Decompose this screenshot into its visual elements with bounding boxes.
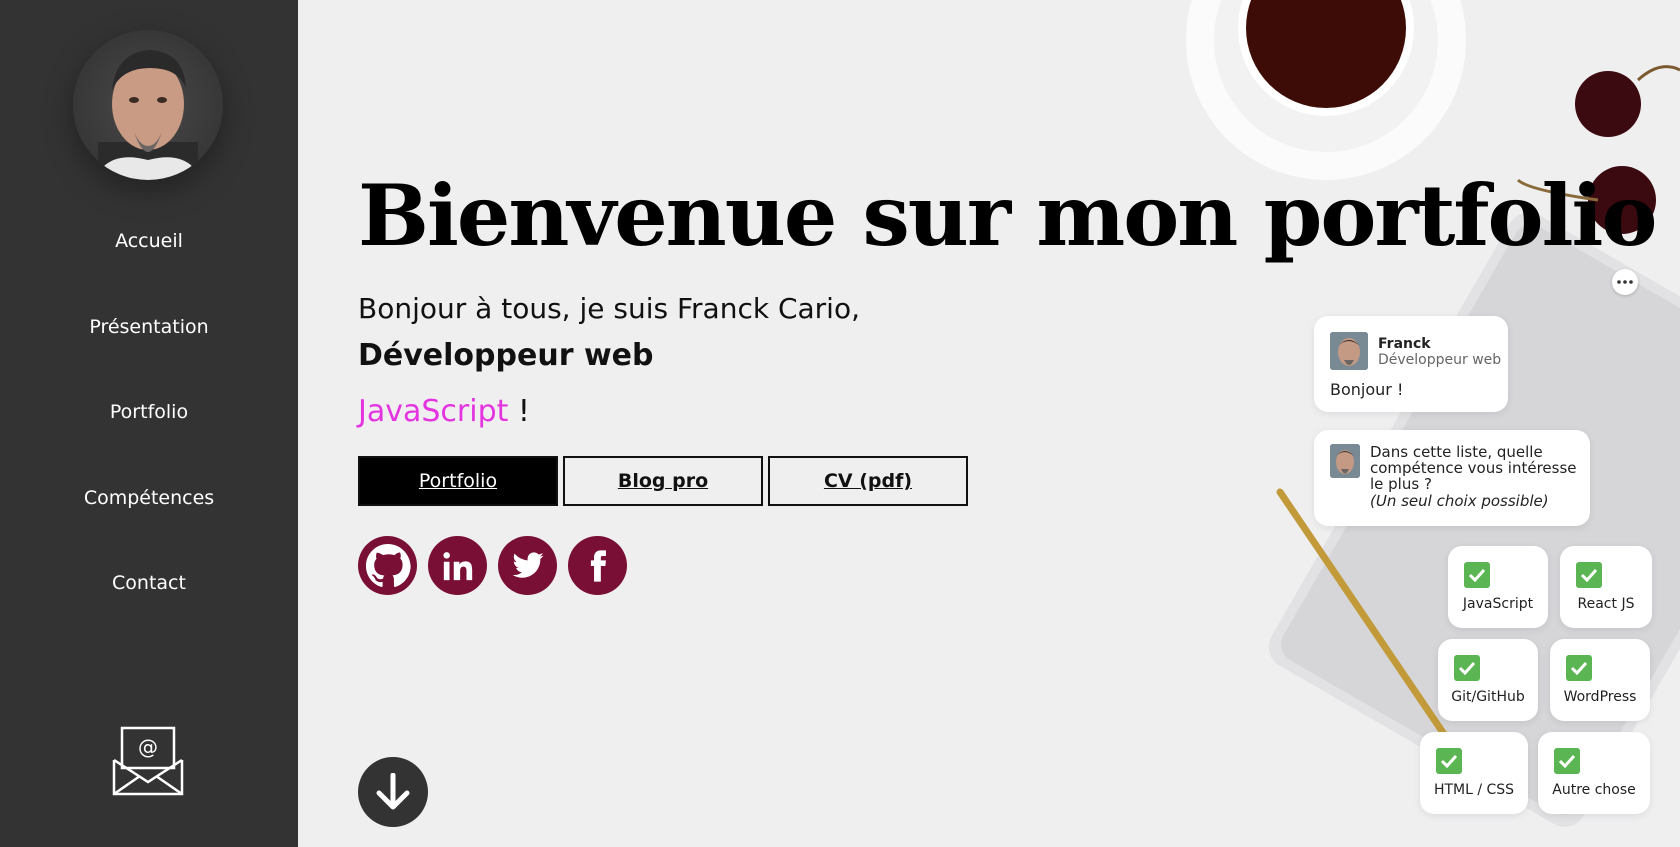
choice-label: WordPress bbox=[1563, 689, 1637, 705]
arrow-down-icon bbox=[376, 773, 410, 810]
nav-item-contact: Contact bbox=[0, 572, 298, 658]
choice-autre-chose[interactable]: Autre chose bbox=[1538, 732, 1650, 814]
email-icon[interactable]: @ bbox=[112, 726, 184, 796]
linkedin-icon[interactable] bbox=[428, 536, 487, 595]
check-icon bbox=[1464, 562, 1490, 588]
choice-javascript[interactable]: JavaScript bbox=[1448, 546, 1548, 628]
profile-avatar bbox=[73, 30, 223, 180]
check-icon bbox=[1576, 562, 1602, 588]
github-icon[interactable] bbox=[358, 536, 417, 595]
profile-photo bbox=[98, 50, 198, 180]
nav-link-portfolio[interactable]: Portfolio bbox=[110, 401, 188, 423]
bot-avatar bbox=[1330, 332, 1368, 370]
chat-message-greeting: Franck Développeur web Bonjour ! bbox=[1314, 316, 1508, 412]
blog-button[interactable]: Blog pro bbox=[563, 456, 763, 506]
message-text: Bonjour ! bbox=[1330, 380, 1404, 399]
choice-label: Autre chose bbox=[1552, 782, 1636, 798]
nav-link-presentation[interactable]: Présentation bbox=[89, 316, 208, 338]
bot-name: Franck bbox=[1378, 336, 1431, 352]
choice-git-github[interactable]: Git/GitHub bbox=[1438, 639, 1538, 721]
typed-skill-line: JavaScript ! bbox=[358, 394, 530, 429]
greeting-text: Bonjour à tous, je suis Franck Cario, bbox=[358, 292, 860, 325]
typed-skill: JavaScript bbox=[358, 394, 509, 429]
choice-label: HTML / CSS bbox=[1433, 782, 1515, 798]
question-text: Dans cette liste, quelle compétence vous… bbox=[1370, 443, 1577, 493]
portfolio-button[interactable]: Portfolio bbox=[358, 456, 558, 506]
social-links bbox=[358, 536, 627, 595]
nav-item-competences: Compétences bbox=[0, 487, 298, 573]
scroll-down-button[interactable] bbox=[358, 757, 428, 827]
nav-link-accueil[interactable]: Accueil bbox=[115, 230, 183, 252]
bot-avatar bbox=[1330, 444, 1360, 478]
check-icon bbox=[1454, 655, 1480, 681]
choice-react-js[interactable]: React JS bbox=[1560, 546, 1652, 628]
bot-role: Développeur web bbox=[1378, 352, 1502, 368]
nav-link-competences[interactable]: Compétences bbox=[84, 487, 214, 509]
nav-item-accueil: Accueil bbox=[0, 230, 298, 316]
page-title: Bienvenue sur mon portfolio bbox=[358, 166, 1657, 265]
choice-wordpress[interactable]: WordPress bbox=[1550, 639, 1650, 721]
choice-label: React JS bbox=[1577, 596, 1635, 612]
twitter-icon[interactable] bbox=[498, 536, 557, 595]
more-icon bbox=[1617, 280, 1633, 284]
main-nav: Accueil Présentation Portfolio Compétenc… bbox=[0, 230, 298, 658]
sidebar: Accueil Présentation Portfolio Compétenc… bbox=[0, 0, 298, 847]
typed-skill-suffix: ! bbox=[508, 394, 530, 429]
choice-label: JavaScript bbox=[1462, 596, 1534, 612]
nav-item-presentation: Présentation bbox=[0, 316, 298, 402]
role-text: Développeur web bbox=[358, 338, 654, 373]
check-icon bbox=[1436, 748, 1462, 774]
nav-item-portfolio: Portfolio bbox=[0, 401, 298, 487]
hero-buttons: Portfolio Blog pro CV (pdf) bbox=[358, 456, 968, 506]
facebook-icon[interactable] bbox=[568, 536, 627, 595]
svg-text:@: @ bbox=[138, 735, 158, 759]
check-icon bbox=[1566, 655, 1592, 681]
cv-button[interactable]: CV (pdf) bbox=[768, 456, 968, 506]
choice-label: Git/GitHub bbox=[1451, 689, 1525, 705]
check-icon bbox=[1554, 748, 1580, 774]
question-note: (Un seul choix possible) bbox=[1370, 492, 1549, 510]
chat-menu-button[interactable] bbox=[1612, 269, 1638, 295]
chat-message-question: Dans cette liste, quelle compétence vous… bbox=[1314, 430, 1590, 526]
nav-link-contact[interactable]: Contact bbox=[112, 572, 186, 594]
choice-html-css[interactable]: HTML / CSS bbox=[1420, 732, 1528, 814]
